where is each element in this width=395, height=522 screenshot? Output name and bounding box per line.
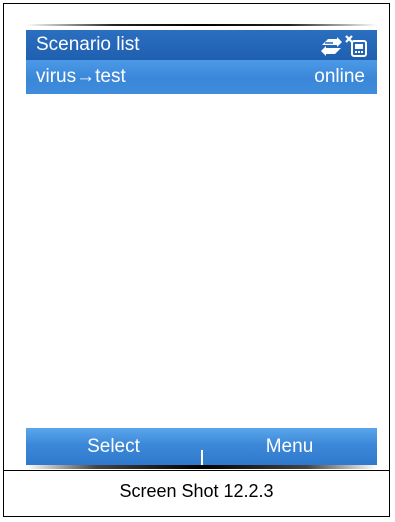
figure-frame: Scenario list virus→test online Select M… [3, 3, 390, 517]
phone-screen: Scenario list virus→test online Select M… [26, 26, 377, 469]
caption-divider [4, 470, 389, 471]
figure-caption: Screen Shot 12.2.3 [119, 481, 274, 501]
list-item[interactable]: virus→test online [26, 60, 377, 94]
no-signal-icon [345, 35, 367, 57]
softkey-bar: Select Menu [26, 428, 377, 465]
menu-softkey[interactable]: Menu [202, 428, 377, 465]
scenario-name: virus→test [36, 66, 126, 87]
select-softkey[interactable]: Select [26, 428, 201, 465]
bottom-bezel [26, 465, 377, 469]
network-sync-icon [321, 37, 342, 56]
scenario-status: online [314, 66, 365, 87]
status-icons [319, 33, 369, 59]
page-title: Scenario list [36, 34, 140, 55]
title-bar: Scenario list [26, 30, 377, 60]
